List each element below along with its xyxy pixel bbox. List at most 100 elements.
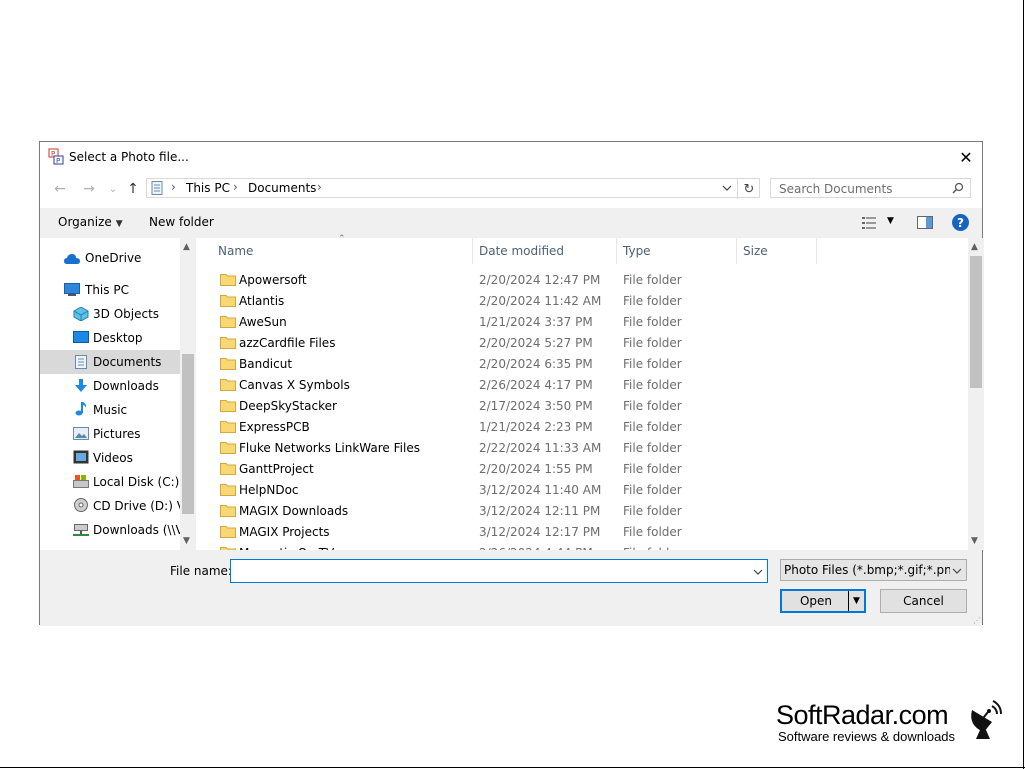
file-type: File folder [623, 273, 682, 287]
downloads-icon [75, 379, 87, 392]
file-type: File folder [623, 399, 682, 413]
column-divider[interactable] [616, 238, 617, 264]
breadcrumb-this-pc[interactable]: This PC [186, 181, 230, 195]
sidebar-item-videos[interactable]: Videos [40, 446, 180, 470]
chevron-down-icon[interactable] [753, 569, 763, 575]
sidebar-item-downloads[interactable]: Downloads [40, 374, 180, 398]
sidebar-item-3d-objects[interactable]: 3D Objects [40, 302, 180, 326]
file-date-modified: 2/26/2024 4:17 PM [479, 378, 593, 392]
file-type-select[interactable]: Photo Files (*.bmp;*.gif;*.png;* [780, 559, 967, 581]
sidebar-scroll-thumb[interactable] [182, 354, 194, 514]
file-type: File folder [623, 504, 682, 518]
open-button[interactable]: Open ▼ [780, 589, 866, 613]
table-row[interactable]: Fluke Networks LinkWare Files 2/22/2024 1… [210, 438, 960, 459]
satellite-dish-icon [971, 700, 1002, 739]
resize-grip-icon[interactable]: ⋰ [973, 616, 981, 625]
view-menu-caret-icon[interactable]: ▼ [887, 216, 894, 226]
scroll-down-icon[interactable]: ▼ [183, 536, 190, 546]
sidebar-item-network-downloads[interactable]: Downloads (\\VB [40, 518, 180, 542]
view-options-icon[interactable] [862, 217, 876, 229]
folder-icon [220, 442, 236, 454]
table-row[interactable]: Bandicut 2/20/2024 6:35 PM File folder [210, 354, 960, 375]
back-arrow-icon: ← [54, 181, 66, 197]
sidebar-item-this-pc[interactable]: This PC [40, 278, 180, 302]
page-border-right [1023, 0, 1024, 769]
close-button[interactable]: ✕ [950, 142, 982, 172]
column-header-name[interactable]: Name [218, 238, 253, 264]
sidebar-item-cd-drive[interactable]: CD Drive (D:) Vir [40, 494, 193, 518]
folder-icon [220, 379, 236, 391]
local-disk-icon [73, 475, 89, 488]
up-button[interactable]: ↑ [124, 180, 142, 198]
file-name: azzCardfile Files [239, 336, 336, 350]
organize-button[interactable]: Organize ▼ [58, 215, 123, 229]
sort-ascending-icon: ⌃ [338, 234, 346, 244]
file-name: HelpNDoc [239, 483, 299, 497]
file-name: Apowersoft [239, 273, 307, 287]
caret-down-icon: ▼ [115, 219, 123, 229]
refresh-button[interactable]: ↻ [737, 179, 760, 199]
column-header-date-modified[interactable]: Date modified [479, 238, 564, 264]
open-split-dropdown[interactable]: ▼ [848, 591, 864, 611]
file-list-scroll-thumb[interactable] [970, 256, 982, 388]
file-type: File folder [623, 336, 682, 350]
breadcrumb-documents[interactable]: Documents [248, 181, 316, 195]
help-icon[interactable]: ? [952, 214, 969, 231]
column-header-size[interactable]: Size [743, 238, 768, 264]
recent-locations-button[interactable]: ⌄ [104, 180, 122, 198]
table-row[interactable]: Canvas X Symbols 2/26/2024 4:17 PM File fo… [210, 375, 960, 396]
scroll-up-icon[interactable]: ▲ [971, 242, 978, 252]
organize-label: Organize [58, 215, 112, 229]
sidebar-item-label: Local Disk (C:) [93, 475, 180, 489]
table-row[interactable]: HelpNDoc 3/12/2024 11:40 AM File folder [210, 480, 960, 501]
music-icon [75, 402, 87, 416]
folder-icon [220, 421, 236, 433]
this-pc-icon [64, 283, 80, 296]
column-divider[interactable] [472, 238, 473, 264]
address-history-button[interactable] [717, 179, 737, 197]
back-button[interactable]: ← [51, 180, 69, 198]
sidebar-item-documents[interactable]: Documents [40, 350, 180, 374]
table-row[interactable]: GanttProject 2/20/2024 1:55 PM File folder [210, 459, 960, 480]
table-row[interactable]: DeepSkyStacker 2/17/2024 3:50 PM File fold… [210, 396, 960, 417]
table-row[interactable]: Atlantis 2/20/2024 11:42 AM File folder [210, 291, 960, 312]
table-row[interactable]: AweSun 1/21/2024 3:37 PM File folder [210, 312, 960, 333]
folder-icon [220, 337, 236, 349]
chevron-down-icon [722, 185, 732, 191]
scroll-down-icon[interactable]: ▼ [971, 536, 978, 546]
sidebar-item-label: Music [93, 403, 128, 417]
file-list: ⌃ Name Date modified Type Size Apowersof… [198, 234, 984, 553]
preview-pane-icon[interactable] [917, 216, 933, 229]
search-input[interactable]: Search Documents [770, 178, 971, 198]
sidebar-item-label: CD Drive (D:) Vir [93, 499, 193, 513]
column-header-type[interactable]: Type [623, 238, 651, 264]
file-list-scrollbar[interactable]: ▲ ▼ [968, 238, 984, 550]
sidebar-item-pictures[interactable]: Pictures [40, 422, 180, 446]
address-bar[interactable]: › This PC › Documents › ↻ [146, 178, 760, 199]
table-row[interactable]: azzCardfile Files 2/20/2024 5:27 PM File f… [210, 333, 960, 354]
sidebar-item-local-disk[interactable]: Local Disk (C:) [40, 470, 180, 494]
table-row[interactable]: MAGIX Downloads 3/12/2024 12:11 PM File fo… [210, 501, 960, 522]
file-name-input[interactable] [230, 559, 768, 583]
file-type: File folder [623, 525, 682, 539]
column-divider[interactable] [816, 238, 817, 264]
table-row[interactable]: MAGIX Projects 3/12/2024 12:17 PM File fol… [210, 522, 960, 543]
forward-button[interactable]: → [80, 180, 98, 198]
file-type: File folder [623, 315, 682, 329]
table-row[interactable]: ExpressPCB 1/21/2024 2:23 PM File folder [210, 417, 960, 438]
sidebar-item-music[interactable]: Music [40, 398, 180, 422]
new-folder-button[interactable]: New folder [149, 215, 214, 229]
onedrive-icon [64, 254, 80, 264]
column-divider[interactable] [736, 238, 737, 264]
cancel-button[interactable]: Cancel [880, 589, 967, 613]
sidebar-scrollbar[interactable]: ▲ ▼ [180, 238, 196, 550]
sidebar-item-onedrive[interactable]: OneDrive [40, 246, 180, 270]
table-row[interactable]: Apowersoft 2/20/2024 12:47 PM File folder [210, 270, 960, 291]
file-date-modified: 2/17/2024 3:50 PM [479, 399, 593, 413]
scroll-up-icon[interactable]: ▲ [183, 242, 190, 252]
refresh-icon: ↻ [743, 181, 755, 197]
file-name: MAGIX Projects [239, 525, 330, 539]
sidebar-item-desktop[interactable]: Desktop [40, 326, 180, 350]
file-type: File folder [623, 378, 682, 392]
search-icon [952, 182, 964, 194]
